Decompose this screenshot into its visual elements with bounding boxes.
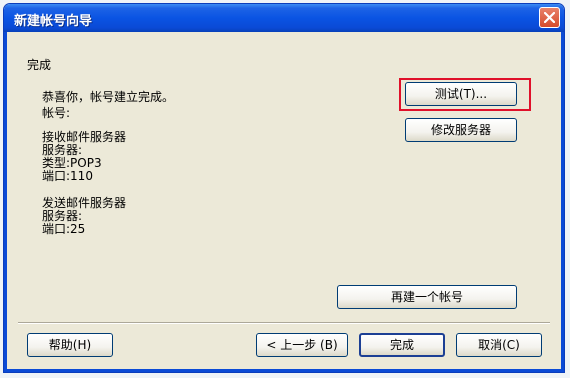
close-button[interactable] (539, 7, 560, 28)
finish-button[interactable]: 完成 (359, 333, 445, 357)
wizard-dialog: 新建帐号向导 完成 恭喜你，帐号建立完成。 帐号: 接收邮件服务器 服务器: 类… (3, 3, 565, 373)
incoming-port: 端口:110 (42, 169, 93, 183)
footer-buttons: 帮助(H) < 上一步 (B) 完成 取消(C) (4, 324, 564, 371)
outgoing-port: 端口:25 (42, 222, 86, 236)
account-label: 帐号: (42, 106, 71, 120)
back-button[interactable]: < 上一步 (B) (256, 333, 348, 357)
help-button[interactable]: 帮助(H) (27, 333, 113, 357)
close-icon (544, 12, 555, 23)
window-title: 新建帐号向导 (14, 14, 93, 29)
title-bar: 新建帐号向导 (4, 4, 564, 32)
window-frame-right (561, 32, 564, 372)
window-frame-left (4, 32, 7, 372)
congrats-text: 恭喜你，帐号建立完成。 (42, 90, 175, 104)
create-another-account-button[interactable]: 再建一个帐号 (337, 285, 517, 309)
section-label: 完成 (27, 58, 52, 72)
cancel-button[interactable]: 取消(C) (456, 333, 542, 357)
test-button[interactable]: 测试(T)... (405, 82, 517, 106)
modify-server-button[interactable]: 修改服务器 (405, 118, 517, 142)
